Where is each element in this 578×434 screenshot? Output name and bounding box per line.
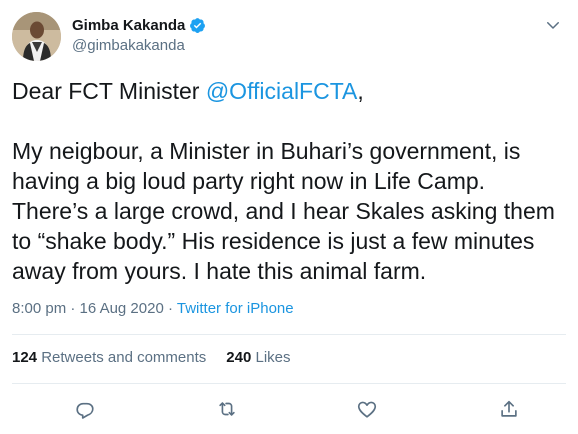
tweet-greeting: Dear FCT Minister @OfficialFCTA, bbox=[12, 76, 566, 106]
tweet-time[interactable]: 8:00 pm bbox=[12, 300, 66, 317]
verified-badge-icon bbox=[189, 17, 206, 34]
greeting-punctuation: , bbox=[357, 78, 364, 104]
meta-separator: · bbox=[163, 300, 177, 317]
avatar-image bbox=[12, 12, 61, 61]
tweet-text: Dear FCT Minister @OfficialFCTA, My neig… bbox=[12, 76, 566, 286]
tweet-actions bbox=[0, 396, 578, 424]
like-button[interactable] bbox=[354, 396, 380, 422]
heart-icon bbox=[357, 401, 377, 418]
tweet-header: Gimba Kakanda @gimbakakanda bbox=[12, 12, 566, 64]
retweets-stat[interactable]: 124 Retweets and comments bbox=[12, 349, 206, 366]
author-name-text: Gimba Kakanda bbox=[72, 16, 186, 34]
reply-icon bbox=[76, 402, 94, 419]
author-display-name[interactable]: Gimba Kakanda bbox=[72, 15, 206, 35]
retweet-icon bbox=[219, 402, 235, 416]
likes-label: Likes bbox=[255, 349, 291, 366]
greeting-text: Dear FCT Minister bbox=[12, 78, 206, 104]
share-icon bbox=[501, 400, 517, 417]
retweets-count: 124 bbox=[12, 349, 38, 366]
tweet-source-link[interactable]: Twitter for iPhone bbox=[177, 300, 294, 317]
reply-button[interactable] bbox=[72, 396, 98, 422]
author-names: Gimba Kakanda @gimbakakanda bbox=[72, 15, 206, 54]
author-handle[interactable]: @gimbakakanda bbox=[72, 37, 206, 54]
tweet-body: My neigbour, a Minister in Buhari’s gove… bbox=[12, 138, 555, 284]
retweet-button[interactable] bbox=[214, 396, 240, 422]
retweets-label: Retweets and comments bbox=[41, 349, 207, 366]
share-button[interactable] bbox=[496, 396, 522, 422]
divider bbox=[12, 334, 566, 335]
tweet-date[interactable]: 16 Aug 2020 bbox=[80, 300, 164, 317]
tweet-stats: 124 Retweets and comments 240 Likes bbox=[12, 349, 291, 366]
likes-count: 240 bbox=[226, 349, 252, 366]
mention-link[interactable]: @OfficialFCTA bbox=[206, 78, 358, 104]
chevron-down-icon[interactable] bbox=[544, 16, 562, 34]
meta-separator: · bbox=[66, 300, 80, 317]
tweet-meta: 8:00 pm · 16 Aug 2020 · Twitter for iPho… bbox=[12, 300, 294, 317]
divider bbox=[12, 383, 566, 384]
likes-stat[interactable]: 240 Likes bbox=[226, 349, 290, 366]
avatar[interactable] bbox=[12, 12, 61, 61]
